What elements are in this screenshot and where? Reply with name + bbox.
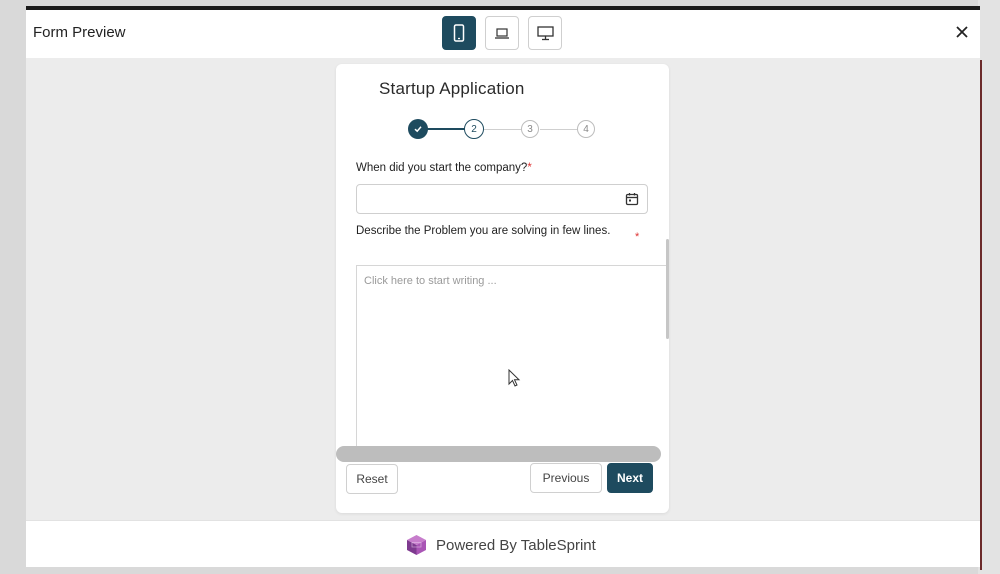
- step-4[interactable]: 4: [577, 120, 595, 138]
- modal-title: Form Preview: [33, 24, 126, 41]
- next-button[interactable]: Next: [607, 463, 653, 493]
- problem-label: Describe the Problem you are solving in …: [356, 225, 611, 237]
- required-asterisk: *: [635, 231, 640, 243]
- required-asterisk: *: [527, 162, 532, 174]
- start-date-label: When did you start the company?*: [356, 160, 532, 177]
- check-icon: [414, 126, 422, 133]
- powered-by[interactable]: Powered By TableSprint: [406, 534, 596, 556]
- step-1[interactable]: [408, 119, 428, 139]
- textarea-placeholder: Click here to start writing ...: [364, 275, 497, 287]
- backdrop: [978, 0, 1000, 574]
- powered-by-text: Powered By TableSprint: [436, 536, 596, 554]
- progress-stepper: 2 3 4: [408, 119, 598, 143]
- footer: Powered By TableSprint: [26, 520, 980, 567]
- close-icon[interactable]: [954, 24, 970, 40]
- calendar-icon[interactable]: [625, 192, 639, 206]
- form-title: Startup Application: [379, 79, 525, 98]
- device-mobile-button[interactable]: [442, 16, 476, 50]
- form-card: Startup Application 2 3 4 When did you s…: [336, 64, 669, 513]
- modal-header: Form Preview: [26, 10, 980, 59]
- step-3[interactable]: 3: [521, 120, 539, 138]
- problem-textarea[interactable]: Click here to start writing ...: [356, 265, 668, 455]
- step-2[interactable]: 2: [464, 119, 484, 139]
- reset-button[interactable]: Reset: [346, 464, 398, 494]
- horizontal-scrollbar[interactable]: [336, 446, 661, 462]
- previous-button[interactable]: Previous: [530, 463, 602, 493]
- vertical-scrollbar[interactable]: [666, 239, 669, 339]
- tablesprint-logo-icon: [407, 535, 426, 555]
- start-date-label-text: When did you start the company?: [356, 162, 528, 174]
- device-desktop-button[interactable]: [528, 16, 562, 50]
- backdrop-edge: [980, 60, 982, 570]
- device-tablet-button[interactable]: [485, 16, 519, 50]
- mouse-cursor-icon: [508, 369, 521, 387]
- smartphone-icon: [453, 24, 465, 42]
- laptop-icon: [495, 27, 509, 39]
- monitor-icon: [536, 25, 554, 40]
- start-date-input[interactable]: [356, 184, 648, 214]
